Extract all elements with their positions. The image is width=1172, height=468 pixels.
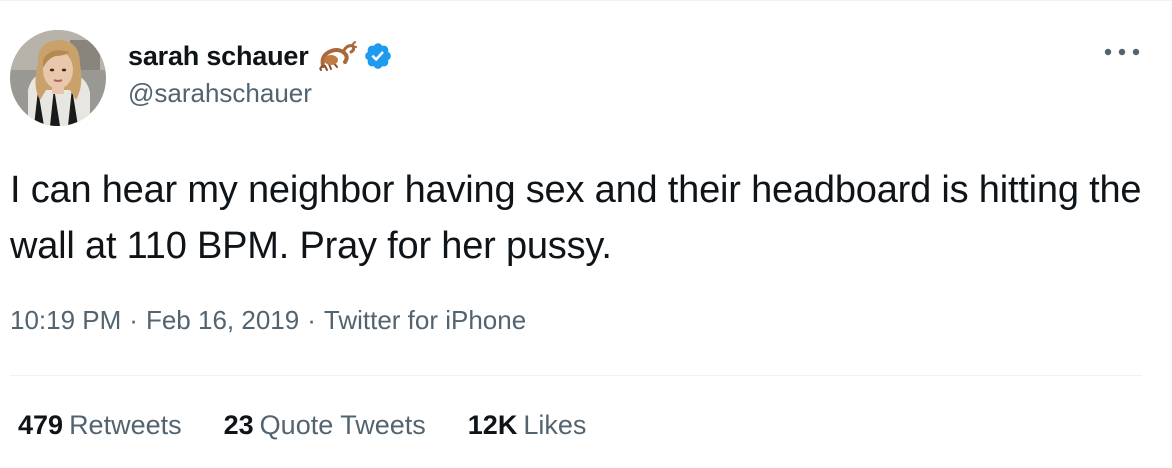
tweet-meta: 10:19 PM · Feb 16, 2019 · Twitter for iP… (10, 305, 526, 336)
scorpion-icon (317, 40, 357, 72)
stats-divider (10, 375, 1142, 376)
tweet-text: I can hear my neighbor having sex and th… (10, 169, 1142, 267)
retweets-label: Retweets (69, 410, 182, 440)
likes-count: 12K (467, 410, 518, 440)
verified-badge-icon (363, 41, 393, 71)
tweet-date[interactable]: Feb 16, 2019 (146, 305, 299, 336)
tweet-time[interactable]: 10:19 PM (10, 305, 121, 336)
name-row: sarah schauer (128, 36, 1028, 76)
quote-tweets-count: 23 (223, 410, 254, 440)
author-info: sarah schauer @sarahschauer (128, 36, 1028, 109)
retweets-count: 479 (18, 410, 64, 440)
top-divider (0, 0, 1172, 1)
likes-label: Likes (523, 410, 587, 440)
separator-dot: · (129, 305, 138, 335)
engagement-stats: 479 Retweets 23 Quote Tweets 12K Likes (18, 410, 628, 441)
display-name[interactable]: sarah schauer (128, 41, 309, 72)
likes-stat[interactable]: 12K Likes (468, 410, 587, 441)
retweets-stat[interactable]: 479 Retweets (18, 410, 182, 441)
avatar[interactable] (10, 30, 106, 126)
quote-tweets-label: Quote Tweets (259, 410, 426, 440)
tweet-card: sarah schauer @sarahschauer I can hear m… (0, 0, 1172, 468)
separator-dot: · (307, 305, 316, 335)
quote-tweets-stat[interactable]: 23 Quote Tweets (224, 410, 426, 441)
more-options-icon[interactable] (1100, 40, 1144, 64)
handle[interactable]: @sarahschauer (128, 78, 1028, 109)
tweet-source[interactable]: Twitter for iPhone (324, 305, 526, 336)
